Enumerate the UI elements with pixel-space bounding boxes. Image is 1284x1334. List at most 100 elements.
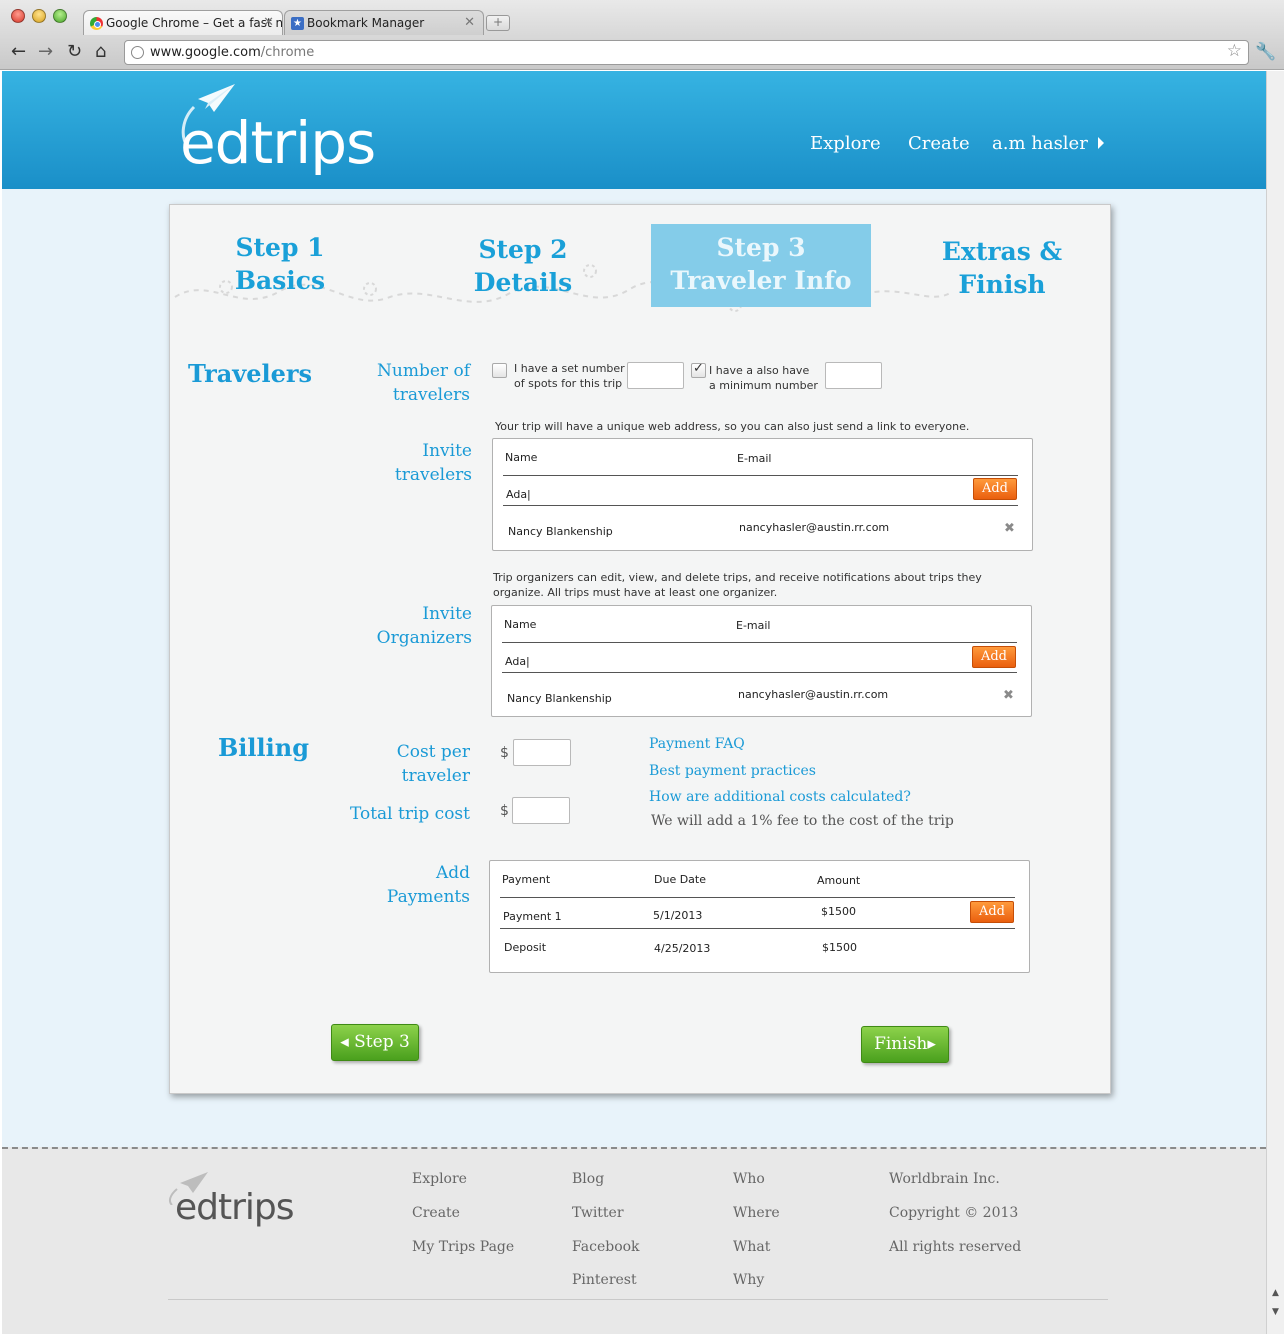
minimum-number-input[interactable]: [825, 362, 882, 389]
invite-organizers-panel: Name E-mail Ada| Add Nancy Blankenship n…: [491, 605, 1032, 717]
trip-wizard-card: Step 1 Basics Step 2 Details Step 3 Trav…: [169, 204, 1111, 1094]
footer-logo[interactable]: edtrips: [175, 1187, 295, 1228]
divider: [500, 928, 1015, 929]
nav-user-menu[interactable]: a.m hasler: [992, 133, 1104, 154]
additional-costs-link[interactable]: How are additional costs calculated?: [649, 789, 911, 805]
address-bar[interactable]: www.google.com/chrome ☆: [124, 40, 1249, 65]
footer-link[interactable]: Explore: [412, 1171, 467, 1187]
tab-title: Google Chrome – Get a fast n: [106, 16, 283, 30]
traveler-row-email: nancyhasler@austin.rr.com: [739, 521, 890, 534]
step-subtitle: Basics: [234, 266, 326, 295]
footer-link[interactable]: Where: [733, 1205, 780, 1221]
site-header: edtrips Explore Create a.m hasler: [2, 71, 1266, 189]
total-trip-cost-label: Total trip cost: [349, 804, 470, 824]
payment-row-due: 5/1/2013: [653, 909, 703, 922]
browser-tab-bookmarks[interactable]: ★ Bookmark Manager ✕: [284, 10, 484, 35]
minimize-window-button[interactable]: [32, 9, 46, 23]
set-number-checkbox[interactable]: [492, 363, 507, 378]
footer-link[interactable]: Who: [733, 1171, 765, 1187]
minimum-number-checkbox[interactable]: [691, 361, 706, 378]
set-number-input[interactable]: [627, 362, 684, 389]
payment-row-due: 4/25/2013: [654, 942, 711, 955]
vertical-scrollbar[interactable]: ▲ ▼: [1266, 71, 1284, 1334]
browser-chrome: Google Chrome – Get a fast n ✕ ★ Bookmar…: [0, 0, 1284, 70]
footer-link[interactable]: Blog: [572, 1171, 604, 1187]
traveler-name-input[interactable]: Ada|: [506, 488, 531, 501]
invite-travelers-note: Your trip will have a unique web address…: [495, 420, 970, 433]
add-organizer-button[interactable]: Add: [972, 646, 1016, 668]
footer-divider: [168, 1299, 1108, 1300]
number-of-travelers-label: Number of travelers: [377, 361, 470, 405]
footer-link[interactable]: Create: [412, 1205, 460, 1221]
step-4-tab[interactable]: Extras & Finish: [922, 235, 1082, 301]
add-payments-label: Add Payments: [386, 863, 470, 907]
new-tab-button[interactable]: +: [486, 15, 510, 31]
divider: [500, 897, 1015, 898]
caret-right-icon: ▸: [927, 1034, 936, 1054]
globe-icon: [131, 46, 144, 59]
footer-link[interactable]: Pinterest: [572, 1272, 637, 1288]
page: edtrips Explore Create a.m hasler Step 1…: [2, 71, 1266, 1334]
site-footer: edtrips Explore Create My Trips Page Blo…: [2, 1147, 1266, 1334]
back-to-step-3-button[interactable]: ◂ Step 3: [331, 1024, 419, 1061]
step-3-tab-active[interactable]: Step 3 Traveler Info: [651, 224, 871, 307]
cost-per-traveler-input[interactable]: [513, 739, 571, 766]
total-trip-cost-input[interactable]: [512, 797, 570, 824]
close-window-button[interactable]: [11, 9, 25, 23]
bookmark-star-icon[interactable]: ☆: [1227, 41, 1242, 61]
step-title: Extras &: [941, 237, 1063, 266]
back-arrow-icon[interactable]: ←: [11, 42, 26, 62]
billing-heading: Billing: [218, 733, 309, 762]
col-amount-header: Amount: [817, 874, 861, 887]
site-logo[interactable]: edtrips: [180, 109, 376, 177]
tab-close-icon[interactable]: ✕: [263, 15, 274, 30]
step-subtitle: Traveler Info: [670, 266, 852, 295]
add-payment-button[interactable]: Add: [970, 901, 1014, 923]
browser-tab-chrome[interactable]: Google Chrome – Get a fast n ✕: [83, 10, 283, 35]
footer-link[interactable]: What: [733, 1239, 770, 1255]
organizer-name-input[interactable]: Ada|: [505, 655, 530, 668]
payment-row-name: Deposit: [504, 941, 547, 954]
best-payment-practices-link[interactable]: Best payment practices: [649, 763, 816, 779]
zoom-window-button[interactable]: [53, 9, 67, 23]
remove-organizer-icon[interactable]: ✖: [1003, 688, 1014, 703]
payment-faq-link[interactable]: Payment FAQ: [649, 736, 745, 752]
footer-copyright: Copyright © 2013: [889, 1205, 1019, 1221]
forward-arrow-icon[interactable]: →: [38, 42, 53, 62]
step-2-tab[interactable]: Step 2 Details: [453, 233, 593, 299]
finish-button[interactable]: Finish▸: [861, 1026, 949, 1063]
add-traveler-button[interactable]: Add: [973, 478, 1017, 500]
payments-panel: Payment Due Date Amount Payment 1 5/1/20…: [489, 860, 1030, 973]
step-title: Step 2: [478, 235, 568, 264]
footer-link[interactable]: Why: [733, 1272, 764, 1288]
scroll-up-icon[interactable]: ▲: [1272, 1288, 1279, 1298]
chrome-favicon-icon: [90, 17, 103, 30]
reload-icon[interactable]: ↻: [67, 42, 82, 62]
fee-note: We will add a 1% fee to the cost of the …: [651, 813, 954, 829]
nav-create[interactable]: Create: [908, 133, 970, 154]
caret-right-icon: [1097, 137, 1104, 149]
step-subtitle: Finish: [958, 270, 1046, 299]
step-1-tab[interactable]: Step 1 Basics: [210, 231, 350, 297]
scroll-down-icon[interactable]: ▼: [1272, 1307, 1279, 1317]
organizer-row-email: nancyhasler@austin.rr.com: [738, 688, 889, 701]
currency-symbol: $: [500, 745, 509, 761]
footer-link[interactable]: Twitter: [572, 1205, 624, 1221]
col-name-header: Name: [505, 451, 538, 464]
wrench-icon[interactable]: 🔧: [1255, 42, 1276, 62]
invite-organizers-label: Invite Organizers: [376, 604, 472, 648]
col-email-header: E-mail: [737, 452, 772, 465]
invite-travelers-panel: Name E-mail Ada| Add Nancy Blankenship n…: [492, 438, 1033, 551]
traveler-row-name: Nancy Blankenship: [508, 525, 613, 538]
payment-row-amount: $1500: [821, 905, 856, 918]
home-icon[interactable]: ⌂: [95, 42, 106, 62]
footer-link[interactable]: My Trips Page: [412, 1239, 514, 1255]
tab-close-icon[interactable]: ✕: [464, 15, 475, 30]
minimum-number-label: I have a also have a minimum number: [709, 364, 818, 392]
nav-explore[interactable]: Explore: [810, 133, 881, 154]
divider: [503, 475, 1018, 476]
footer-link[interactable]: Facebook: [572, 1239, 640, 1255]
step-title: Step 1: [235, 233, 325, 262]
step-subtitle: Details: [473, 268, 573, 297]
remove-traveler-icon[interactable]: ✖: [1004, 521, 1015, 536]
